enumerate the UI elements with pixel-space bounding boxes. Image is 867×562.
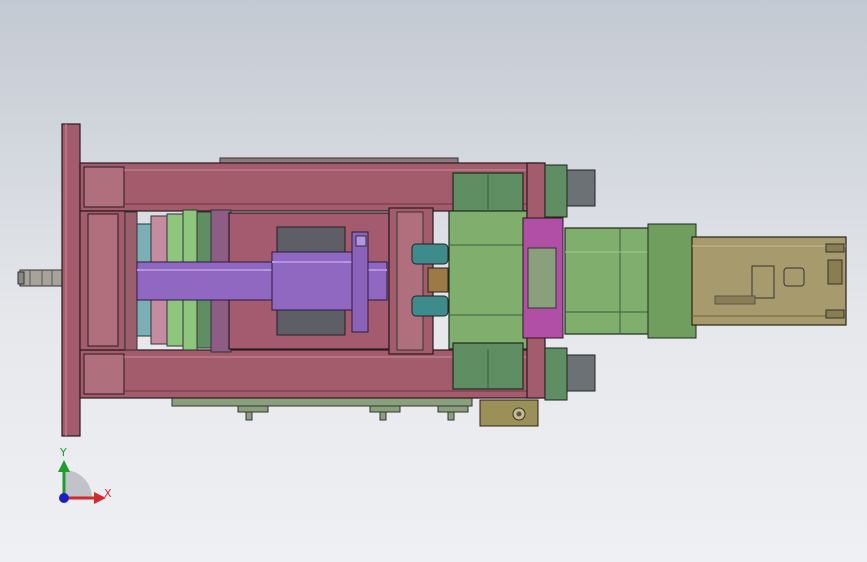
- x-axis-label: X: [104, 487, 112, 500]
- valve-block: [448, 172, 528, 390]
- left-shaft: [17, 269, 65, 287]
- coordinate-triad: Y X: [58, 446, 112, 504]
- z-axis-icon: [59, 493, 69, 503]
- left-end-plate: [61, 123, 81, 437]
- y-axis-label: Y: [59, 446, 67, 459]
- cad-graphics-viewport[interactable]: Y X: [0, 0, 867, 562]
- motor-encoder-body: [691, 236, 847, 326]
- assembly-model[interactable]: Y X: [0, 0, 867, 562]
- servo-motor: [564, 223, 697, 339]
